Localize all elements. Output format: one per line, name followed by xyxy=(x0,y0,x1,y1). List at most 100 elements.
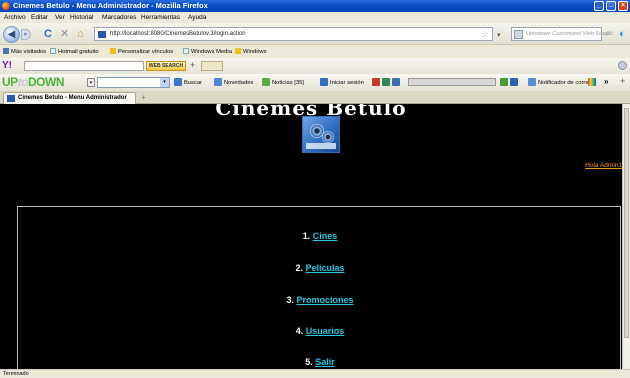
tab-label: Cinemes Betulo - Menu Administrador xyxy=(18,95,127,101)
search-icon xyxy=(174,78,182,86)
menu-herramientas[interactable]: Herramientas xyxy=(141,14,180,21)
forward-button[interactable]: ▸ xyxy=(21,29,31,40)
status-bar: Terminado xyxy=(0,369,630,378)
stop-icon[interactable]: ✕ xyxy=(60,28,69,40)
menu-editar[interactable]: Editar xyxy=(31,14,48,21)
search-icon[interactable]: ⌕ xyxy=(605,28,611,39)
site-favicon xyxy=(98,31,106,38)
search-placeholder: Uptodown Customized Web Search xyxy=(526,31,614,37)
iniciar-sesion-button[interactable]: Iniciar sesión xyxy=(320,78,364,86)
addon-icon[interactable]: ◐ xyxy=(619,28,626,40)
tab-bar: Cinemes Betulo - Menu Administrador + xyxy=(0,91,630,104)
toolbar-extra-icon xyxy=(392,78,400,86)
bookmark-folder-icon xyxy=(3,48,9,54)
uptodown-search-input[interactable]: ▾ xyxy=(97,77,170,88)
chevron-down-icon[interactable]: ▾ xyxy=(160,78,169,87)
status-text: Terminado xyxy=(3,371,29,377)
menu-link-cines[interactable]: Cines xyxy=(313,231,338,241)
home-icon[interactable]: ⌂ xyxy=(77,28,84,40)
film-strip-icon xyxy=(306,143,336,149)
menu-item-cines: 1. Cines xyxy=(302,231,338,241)
maximize-button[interactable]: □ xyxy=(606,1,616,11)
uptodown-toolbar: UPtoDOWN ▾ ▾ Buscar Novedades Noticias [… xyxy=(0,74,630,91)
url-dropdown-icon[interactable]: ▾ xyxy=(497,30,501,42)
yahoo-mail-icon[interactable] xyxy=(201,61,223,71)
toolbar-extra-icon xyxy=(372,78,380,86)
yahoo-logo[interactable]: Y! xyxy=(2,60,12,71)
menu-link-promociones[interactable]: Promociones xyxy=(297,295,354,305)
novedades-button[interactable]: Novedades xyxy=(214,78,253,86)
window-titlebar[interactable]: Cinemes Betulo - Menu Administrador - Mo… xyxy=(0,0,630,12)
notificador-button[interactable]: Notificador de correo xyxy=(528,78,592,86)
firefox-icon xyxy=(2,2,10,10)
tab-cinemes-betulo[interactable]: Cinemes Betulo - Menu Administrador xyxy=(3,92,136,104)
url-text: http://localhost:8080/CinemesBetulov.3/l… xyxy=(110,31,246,37)
chevron-right-icon[interactable]: » xyxy=(604,77,608,86)
menu-marcadores[interactable]: Marcadores xyxy=(102,14,136,21)
url-bar[interactable]: http://localhost:8080/CinemesBetulov.3/l… xyxy=(94,27,493,41)
tab-favicon xyxy=(7,95,15,102)
menu-ayuda[interactable]: Ayuda xyxy=(188,14,206,21)
toolbar-extra-icon xyxy=(500,78,508,86)
colors-button[interactable] xyxy=(588,78,598,86)
web-search-button[interactable]: WEB SEARCH xyxy=(146,61,186,71)
news-icon xyxy=(214,78,222,86)
uptodown-logo[interactable]: UPtoDOWN xyxy=(2,75,65,89)
menu-ver[interactable]: Ver xyxy=(55,14,65,21)
toolbar-extras-2[interactable] xyxy=(500,78,520,86)
vertical-scrollbar[interactable] xyxy=(622,104,630,369)
bookmark-star-icon[interactable]: ☆ xyxy=(481,29,489,40)
windows-icon xyxy=(110,48,116,54)
menu-bar: Archivo Editar Ver Historial Marcadores … xyxy=(0,12,630,23)
new-tab-button[interactable]: + xyxy=(141,93,146,102)
scrollbar-thumb[interactable] xyxy=(624,108,629,338)
film-reel-icon xyxy=(322,131,334,143)
page-icon xyxy=(183,48,189,54)
add-icon[interactable]: + xyxy=(190,60,195,70)
media-player-control[interactable] xyxy=(408,78,496,86)
bookmark-personalizar[interactable]: Personalizar vínculos xyxy=(110,48,173,55)
menu-link-peliculas[interactable]: Peliculas xyxy=(306,263,345,273)
page-content: Cinemes Betulo Hola Admin1 1. Cines 2. P… xyxy=(0,104,622,369)
page-icon xyxy=(50,48,56,54)
bookmark-windows-media[interactable]: Windows Media xyxy=(183,48,232,55)
search-engine-icon[interactable] xyxy=(514,30,523,39)
menu-item-usuarios: 4. Usuarios xyxy=(295,326,345,336)
windows-icon xyxy=(235,48,241,54)
window-title: Cinemes Betulo - Menu Administrador - Mo… xyxy=(13,1,208,10)
rss-icon xyxy=(262,78,270,86)
search-input[interactable]: Uptodown Customized Web Search xyxy=(511,27,613,41)
back-button[interactable]: ◀ xyxy=(3,26,20,43)
cinema-logo xyxy=(302,116,340,153)
menu-link-salir[interactable]: Salir xyxy=(315,357,335,367)
navigation-toolbar: ◀ ▸ C ✕ ⌂ http://localhost:8080/CinemesB… xyxy=(0,23,630,45)
buscar-button[interactable]: Buscar xyxy=(174,78,202,86)
minimize-button[interactable]: _ xyxy=(594,1,604,11)
noticias-button[interactable]: Noticias [35] xyxy=(262,78,304,86)
toolbar-extra-icon xyxy=(382,78,390,86)
bookmark-windows[interactable]: Windows xyxy=(235,48,267,55)
palette-icon xyxy=(588,78,596,86)
toolbar-extras[interactable] xyxy=(372,78,402,86)
bookmarks-toolbar: Más visitados Hotmail gratuito Personali… xyxy=(0,45,630,58)
add-icon[interactable]: + xyxy=(620,76,625,86)
greeting-link[interactable]: Hola Admin1 xyxy=(585,162,622,169)
bookmark-mas-visitados[interactable]: Más visitados xyxy=(3,48,46,55)
menu-item-peliculas: 2. Peliculas xyxy=(295,263,345,273)
menu-historial[interactable]: Historial xyxy=(70,14,93,21)
yahoo-search-input[interactable] xyxy=(24,61,144,71)
menu-item-promociones: 3. Promociones xyxy=(286,295,354,305)
toolbar-extra-icon xyxy=(510,78,518,86)
close-button[interactable]: × xyxy=(618,1,628,11)
menu-archivo[interactable]: Archivo xyxy=(4,14,26,21)
admin-menu-box: 1. Cines 2. Peliculas 3. Promociones 4. … xyxy=(17,206,621,369)
mail-icon xyxy=(528,78,536,86)
menu-item-salir: 5. Salir xyxy=(305,357,335,367)
logo-dropdown[interactable]: ▾ xyxy=(87,78,95,87)
menu-link-usuarios[interactable]: Usuarios xyxy=(306,326,345,336)
login-icon xyxy=(320,78,328,86)
yahoo-toolbar: Y! WEB SEARCH + xyxy=(0,58,630,74)
reload-icon[interactable]: C xyxy=(44,28,52,40)
gear-icon[interactable] xyxy=(618,61,627,70)
bookmark-hotmail[interactable]: Hotmail gratuito xyxy=(50,48,99,55)
